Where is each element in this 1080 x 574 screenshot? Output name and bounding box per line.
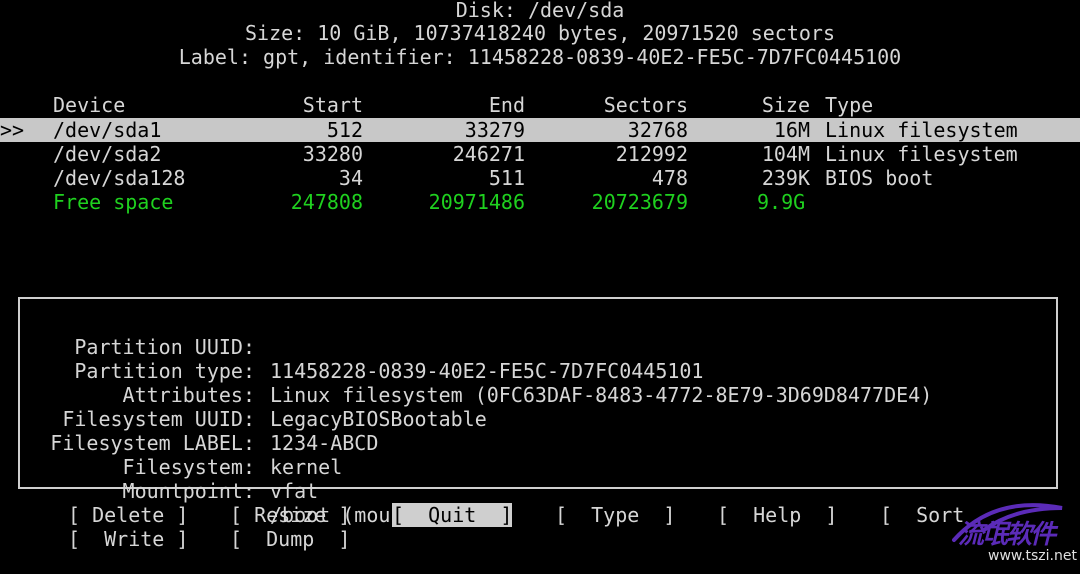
cell-type: Linux filesystem xyxy=(825,142,1018,166)
cell-sectors: 20723679 xyxy=(591,190,688,214)
detail-value: vfat xyxy=(270,479,319,503)
detail-value: 1234-ABCD xyxy=(270,431,379,455)
cell-device: /dev/sda2 xyxy=(53,142,162,166)
detail-row: Mountpoint: /boot (mounted) xyxy=(20,455,451,527)
help-button[interactable]: [ Help ] xyxy=(717,503,837,527)
cell-sectors: 212992 xyxy=(615,142,688,166)
cell-end: 33279 xyxy=(464,118,525,142)
dump-button[interactable]: [ Dump ] xyxy=(230,527,350,551)
cell-sectors: 32768 xyxy=(627,118,688,142)
detail-value: 11458228-0839-40E2-FE5C-7D7FC0445101 xyxy=(270,359,704,383)
watermark-url: www.tszi.net xyxy=(988,548,1077,564)
detail-row: Partition UUID: 11458228-0839-40E2-FE5C-… xyxy=(20,311,703,383)
table-row-free-space[interactable]: Free space 247808 20971486 20723679 9.9G xyxy=(0,190,1080,214)
cell-device: /dev/sda128 xyxy=(53,166,186,190)
cell-size: 9.9G xyxy=(757,190,806,214)
delete-button[interactable]: [ Delete ] xyxy=(68,503,188,527)
disk-label-info: Label: gpt, identifier: 11458228-0839-40… xyxy=(178,45,902,69)
detail-label: Mountpoint: xyxy=(122,479,255,503)
cell-start: 512 xyxy=(326,118,363,142)
disk-size-info: Size: 10 GiB, 10737418240 bytes, 2097152… xyxy=(244,21,835,45)
cell-device: Free space xyxy=(53,190,174,214)
cell-end: 511 xyxy=(488,166,525,190)
table-row[interactable]: >> /dev/sda1 512 33279 32768 16M Linux f… xyxy=(0,118,1080,142)
cell-start: 33280 xyxy=(302,142,363,166)
resize-button[interactable]: [ Resize ] xyxy=(230,503,350,527)
cell-size: 104M xyxy=(761,142,810,166)
table-row[interactable]: /dev/sda2 33280 246271 212992 104M Linux… xyxy=(0,142,1080,166)
column-header-start: Start xyxy=(302,93,363,117)
column-header-type: Type xyxy=(825,93,874,117)
detail-row: Filesystem LABEL: kernel xyxy=(20,407,342,479)
cell-sectors: 478 xyxy=(651,166,688,190)
table-header: Device Start End Sectors Size Type xyxy=(0,93,1080,117)
column-header-sectors: Sectors xyxy=(603,93,688,117)
column-header-device: Device xyxy=(53,93,126,117)
column-header-end: End xyxy=(488,93,525,117)
watermark-logo-text: 流氓软件 xyxy=(958,520,1056,550)
cell-start: 34 xyxy=(338,166,363,190)
detail-row: Partition type: Linux filesystem (0FC63D… xyxy=(20,335,932,407)
detail-value: Linux filesystem (0FC63DAF-8483-4772-8E7… xyxy=(270,383,933,407)
cell-start: 247808 xyxy=(290,190,363,214)
cell-type: BIOS boot xyxy=(825,166,934,190)
write-button[interactable]: [ Write ] xyxy=(68,527,188,551)
detail-row: Filesystem UUID: 1234-ABCD xyxy=(20,383,378,455)
table-row[interactable]: /dev/sda128 34 511 478 239K BIOS boot xyxy=(0,166,1080,190)
site-watermark: 流氓软件 www.tszi.net xyxy=(944,500,1077,570)
partition-details-panel: Partition UUID: 11458228-0839-40E2-FE5C-… xyxy=(18,297,1058,527)
detail-value: LegacyBIOSBootable xyxy=(270,407,487,431)
cell-type: Linux filesystem xyxy=(825,118,1018,142)
cell-end: 246271 xyxy=(452,142,525,166)
selection-cursor: >> xyxy=(0,118,25,142)
disk-title: Disk: /dev/sda xyxy=(455,0,625,22)
cell-end: 20971486 xyxy=(428,190,525,214)
quit-button[interactable]: [ Quit ] xyxy=(392,503,513,527)
cell-device: /dev/sda1 xyxy=(53,118,162,142)
column-header-size: Size xyxy=(761,93,810,117)
detail-value: kernel xyxy=(270,455,343,479)
type-button[interactable]: [ Type ] xyxy=(555,503,675,527)
detail-row: Attributes: LegacyBIOSBootable xyxy=(20,359,487,431)
detail-row: Filesystem: vfat xyxy=(20,431,319,503)
cell-size: 239K xyxy=(761,166,810,190)
cell-size: 16M xyxy=(773,118,810,142)
